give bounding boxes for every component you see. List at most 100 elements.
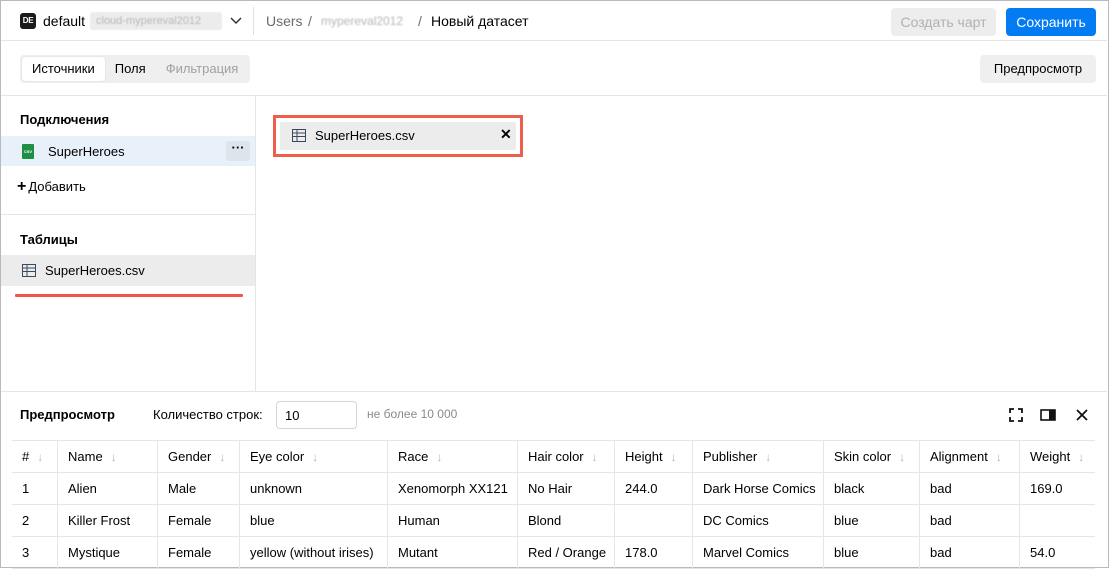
table-cell: 169.0	[1019, 472, 1095, 505]
table-cell: No Hair	[517, 472, 615, 505]
table-cell: Killer Frost	[57, 504, 158, 537]
column-header[interactable]: Gender ↓	[157, 440, 240, 473]
column-header-label: Weight	[1030, 449, 1071, 464]
sort-arrow-icon[interactable]: ↓	[37, 450, 43, 464]
sources-canvas[interactable]: SuperHeroes.csv ✕	[256, 96, 1107, 391]
table-item-superheroes-csv[interactable]: SuperHeroes.csv	[1, 255, 255, 286]
create-chart-button[interactable]: Создать чарт	[891, 8, 996, 36]
breadcrumb-user-folder[interactable]: mypereval2012	[321, 14, 403, 28]
sort-arrow-icon[interactable]: ↓	[1078, 450, 1084, 464]
table-cell	[1019, 504, 1095, 537]
column-header[interactable]: Weight ↓	[1019, 440, 1095, 473]
csv-file-icon: CSV	[22, 144, 34, 159]
table-cell	[614, 504, 693, 537]
column-header[interactable]: # ↓	[12, 440, 58, 473]
tab-sources[interactable]: Источники	[22, 57, 105, 81]
table-cell: Male	[157, 472, 240, 505]
rows-count-input[interactable]	[276, 401, 357, 429]
sort-arrow-icon[interactable]: ↓	[671, 450, 677, 464]
column-header-label: Skin color	[834, 449, 892, 464]
table-cell: 3	[12, 536, 58, 569]
column-header[interactable]: Alignment ↓	[919, 440, 1020, 473]
highlight-underline	[15, 294, 243, 297]
table-cell: 1	[12, 472, 58, 505]
source-label: SuperHeroes.csv	[315, 128, 415, 143]
close-icon[interactable]: ✕	[500, 126, 512, 143]
connection-item-superheroes[interactable]: CSV SuperHeroes ···	[1, 136, 255, 166]
workspace-logo-icon: DE	[20, 13, 36, 29]
breadcrumb-separator: /	[418, 13, 422, 29]
table-cell: bad	[919, 472, 1020, 505]
table-row: 2 Killer Frost Female blue Human Blond DC Comi…	[12, 504, 1095, 537]
more-options-icon[interactable]: ···	[226, 141, 250, 161]
table-cell: bad	[919, 536, 1020, 569]
column-header[interactable]: Name ↓	[57, 440, 158, 473]
column-header-label: #	[22, 449, 30, 464]
column-header[interactable]: Skin color ↓	[823, 440, 920, 473]
dataset-tabs: Источники Поля Фильтрация	[20, 55, 251, 83]
close-icon[interactable]	[1075, 408, 1089, 422]
sort-arrow-icon[interactable]: ↓	[765, 450, 771, 464]
table-cell: Xenomorph XX121	[387, 472, 518, 505]
table-cell: DC Comics	[692, 504, 824, 537]
sort-arrow-icon[interactable]: ↓	[592, 450, 598, 464]
preview-button[interactable]: Предпросмотр	[980, 55, 1096, 83]
connection-label: SuperHeroes	[48, 144, 125, 159]
sort-arrow-icon[interactable]: ↓	[996, 450, 1002, 464]
column-header-label: Hair color	[528, 449, 584, 464]
column-header[interactable]: Height ↓	[614, 440, 693, 473]
workspace-name[interactable]: default	[43, 13, 85, 29]
plus-icon: +	[17, 178, 27, 195]
source-chip-superheroes-csv[interactable]: SuperHeroes.csv ✕	[280, 122, 516, 150]
table-cell: Dark Horse Comics	[692, 472, 824, 505]
save-button[interactable]: Сохранить	[1006, 8, 1096, 36]
chevron-down-icon[interactable]	[228, 12, 244, 28]
add-connection-button[interactable]: + Добавить	[17, 178, 86, 196]
rows-count-hint: не более 10 000	[367, 407, 458, 421]
sort-arrow-icon[interactable]: ↓	[219, 450, 225, 464]
table-label: SuperHeroes.csv	[45, 263, 145, 278]
column-header[interactable]: Race ↓	[387, 440, 518, 473]
top-bar: DE default cloud-mypereval2012 Users / m…	[1, 1, 1107, 41]
fullscreen-icon[interactable]	[1009, 408, 1023, 422]
sort-arrow-icon[interactable]: ↓	[899, 450, 905, 464]
table-row: 3 Mystique Female yellow (without irises) Mu…	[12, 536, 1095, 569]
table-cell: 244.0	[614, 472, 693, 505]
tables-title: Таблицы	[20, 232, 78, 247]
sources-sidebar: Подключения CSV SuperHeroes ··· + Добавит…	[1, 96, 256, 391]
preview-panel: Предпросмотр Количество строк: не более …	[1, 391, 1107, 569]
header-divider	[253, 7, 254, 35]
column-header[interactable]: Hair color ↓	[517, 440, 615, 473]
breadcrumb-users[interactable]: Users	[266, 13, 303, 29]
connections-title: Подключения	[20, 112, 110, 127]
tab-fields[interactable]: Поля	[105, 57, 156, 81]
column-header-label: Race	[398, 449, 429, 464]
sort-arrow-icon[interactable]: ↓	[436, 450, 442, 464]
column-header-label: Gender	[168, 449, 212, 464]
split-view-icon[interactable]	[1040, 408, 1056, 422]
sort-arrow-icon[interactable]: ↓	[312, 450, 318, 464]
column-header-label: Publisher	[703, 449, 758, 464]
preview-title: Предпросмотр	[20, 407, 115, 422]
column-header[interactable]: Eye color ↓	[239, 440, 388, 473]
preview-table: # ↓ Name ↓ Gender ↓ Eye color ↓ Race ↓ Hair color ↓…	[12, 440, 1095, 569]
breadcrumb-current: Новый датасет	[431, 13, 529, 29]
column-header[interactable]: Publisher ↓	[692, 440, 824, 473]
table-cell: Female	[157, 536, 240, 569]
table-cell: bad	[919, 504, 1020, 537]
table-cell: Marvel Comics	[692, 536, 824, 569]
table-cell: Mutant	[387, 536, 518, 569]
add-connection-label: Добавить	[28, 179, 86, 194]
column-header-label: Alignment	[930, 449, 988, 464]
sidebar-divider	[1, 214, 255, 215]
breadcrumb-separator: /	[308, 13, 312, 29]
workspace-id-chip[interactable]: cloud-mypereval2012	[90, 12, 222, 30]
dataset-toolbar: Источники Поля Фильтрация Предпросмотр	[1, 41, 1107, 96]
column-header-label: Name	[68, 449, 103, 464]
table-cell: black	[823, 472, 920, 505]
table-cell: 178.0	[614, 536, 693, 569]
highlighted-source-card: SuperHeroes.csv ✕	[273, 115, 523, 157]
tab-filtering[interactable]: Фильтрация	[156, 57, 249, 81]
sort-arrow-icon[interactable]: ↓	[111, 450, 117, 464]
table-icon	[22, 264, 36, 277]
